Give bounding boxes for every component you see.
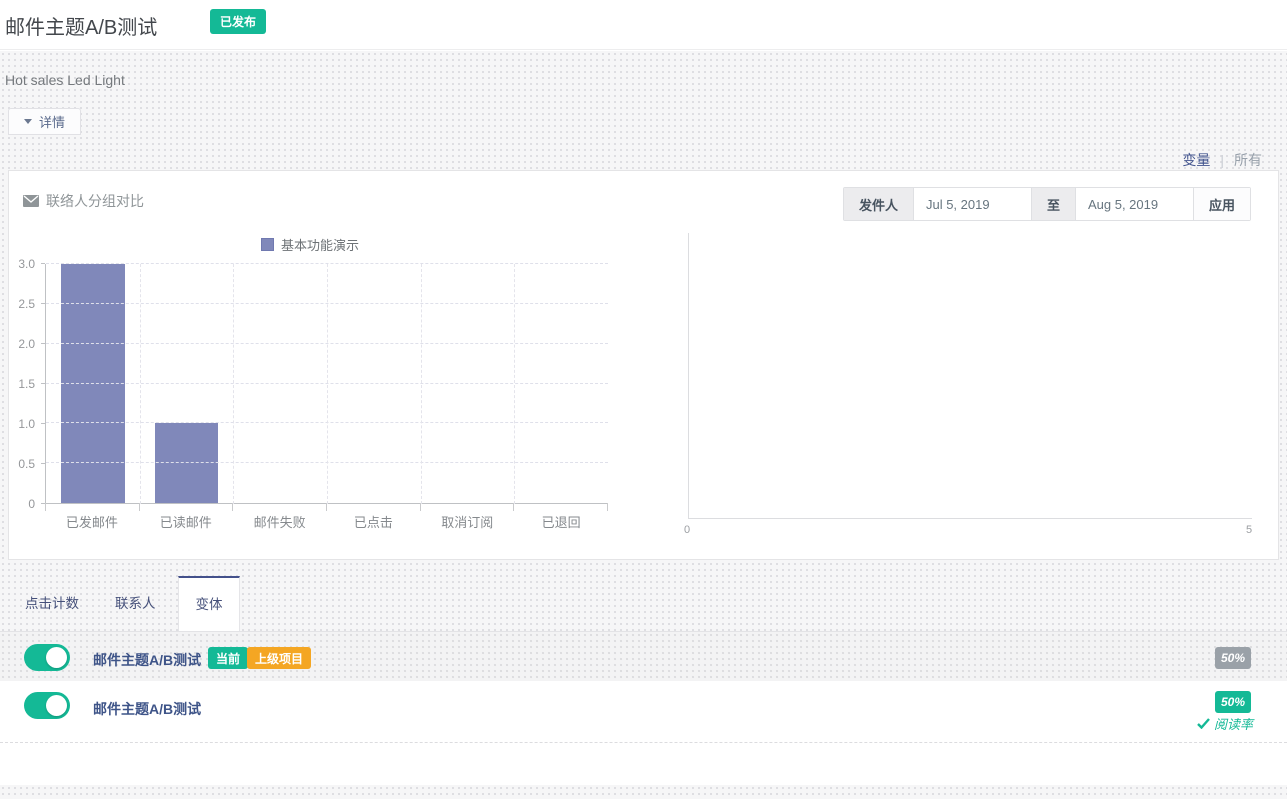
- toggle-knob: [46, 695, 67, 716]
- x-axis-tick: [45, 503, 46, 511]
- page-title: 邮件主题A/B测试: [5, 11, 157, 40]
- chart-legend: 基本功能演示: [261, 235, 359, 254]
- check-icon: [1197, 718, 1210, 729]
- apply-button[interactable]: 应用: [1194, 188, 1250, 220]
- empty-chart-xtick-min: 0: [684, 524, 690, 536]
- category-label: 邮件失败: [233, 512, 327, 531]
- y-axis-tick-label: 3.0: [18, 257, 35, 271]
- status-badge: 已发布: [210, 9, 266, 34]
- category-label: 已发邮件: [45, 512, 139, 531]
- chart-filter-links: 变量 | 所有: [1182, 150, 1262, 170]
- x-axis-tick: [607, 503, 608, 511]
- grid-line-v: [327, 264, 328, 504]
- legend-swatch: [261, 238, 274, 251]
- subject-line: Hot sales Led Light: [5, 72, 125, 88]
- envelope-icon: [23, 195, 39, 207]
- x-axis-labels: 已发邮件已读邮件邮件失败已点击取消订阅已退回: [45, 512, 608, 532]
- variant-1-weight-badge: 50%: [1215, 647, 1251, 669]
- current-badge: 当前: [208, 647, 248, 669]
- empty-chart-x-axis: [688, 518, 1252, 519]
- x-axis-tick: [513, 503, 514, 511]
- date-to-label: 至: [1032, 188, 1076, 220]
- variant-row-2: 邮件主题A/B测试 50% 阅读率: [0, 681, 1287, 742]
- page-header: 邮件主题A/B测试 已发布: [0, 0, 1287, 50]
- bottom-texture-strip: [0, 785, 1287, 799]
- date-range-filter: 发件人 Jul 5, 2019 至 Aug 5, 2019 应用: [843, 187, 1251, 221]
- bar: [155, 423, 219, 503]
- tab-variants-label: 变体: [196, 593, 223, 631]
- date-from-input[interactable]: Jul 5, 2019: [914, 188, 1032, 220]
- variables-link[interactable]: 变量: [1182, 150, 1210, 170]
- bar: [61, 264, 125, 503]
- tab-click-count[interactable]: 点击计数: [25, 592, 79, 612]
- tab-contacts[interactable]: 联系人: [115, 592, 156, 612]
- bottom-divider: [0, 742, 1287, 743]
- panel-title-label: 联络人分组对比: [46, 191, 144, 211]
- toggle-knob: [46, 647, 67, 668]
- variant-row-1: 邮件主题A/B测试 当前 上级项目 50%: [0, 631, 1287, 681]
- all-link[interactable]: 所有: [1234, 150, 1262, 170]
- winner-metric-label: 阅读率: [1214, 714, 1253, 733]
- x-axis-tick: [326, 503, 327, 511]
- legend-label: 基本功能演示: [281, 235, 359, 254]
- date-to-input[interactable]: Aug 5, 2019: [1076, 188, 1194, 220]
- category-label: 取消订阅: [420, 512, 514, 531]
- winner-metric: 阅读率: [1197, 714, 1253, 733]
- y-axis-tick-label: 0.5: [18, 457, 35, 471]
- y-axis-tick-label: 1.5: [18, 377, 35, 391]
- grid-line-v: [140, 264, 141, 504]
- y-axis-tick-label: 0: [28, 497, 35, 511]
- chevron-down-icon: [24, 119, 32, 124]
- plot-area: [45, 264, 608, 504]
- category-label: 已读邮件: [139, 512, 233, 531]
- page: 邮件主题A/B测试 已发布 Hot sales Led Light 详情 变量 …: [0, 0, 1287, 799]
- x-axis-tick: [139, 503, 140, 511]
- comparison-panel: 联络人分组对比 发件人 Jul 5, 2019 至 Aug 5, 2019 应用…: [8, 170, 1279, 560]
- y-axis-tick-label: 1.0: [18, 417, 35, 431]
- tab-variants[interactable]: 变体: [178, 576, 240, 631]
- category-label: 已点击: [327, 512, 421, 531]
- empty-chart-xtick-max: 5: [1246, 524, 1252, 536]
- x-axis-tick: [420, 503, 421, 511]
- empty-chart-y-axis: [688, 233, 689, 518]
- date-from-label: 发件人: [844, 188, 914, 220]
- variant-1-title[interactable]: 邮件主题A/B测试: [93, 650, 201, 670]
- y-axis: 00.51.01.52.02.53.0: [9, 264, 41, 504]
- y-axis-tick-label: 2.0: [18, 337, 35, 351]
- links-separator: |: [1220, 152, 1224, 168]
- grid-line-v: [514, 264, 515, 504]
- details-toggle-button[interactable]: 详情: [8, 108, 81, 135]
- variant-1-toggle[interactable]: [24, 644, 70, 671]
- parent-project-badge: 上级项目: [247, 647, 311, 669]
- grid-line-v: [233, 264, 234, 504]
- variant-2-title[interactable]: 邮件主题A/B测试: [93, 699, 201, 719]
- details-toggle-label: 详情: [39, 112, 65, 131]
- grid-line-v: [421, 264, 422, 504]
- x-axis-tick: [232, 503, 233, 511]
- variant-2-toggle[interactable]: [24, 692, 70, 719]
- panel-title: 联络人分组对比: [23, 191, 144, 211]
- category-label: 已退回: [514, 512, 608, 531]
- y-axis-tick-label: 2.5: [18, 297, 35, 311]
- variant-2-weight-badge: 50%: [1215, 691, 1251, 713]
